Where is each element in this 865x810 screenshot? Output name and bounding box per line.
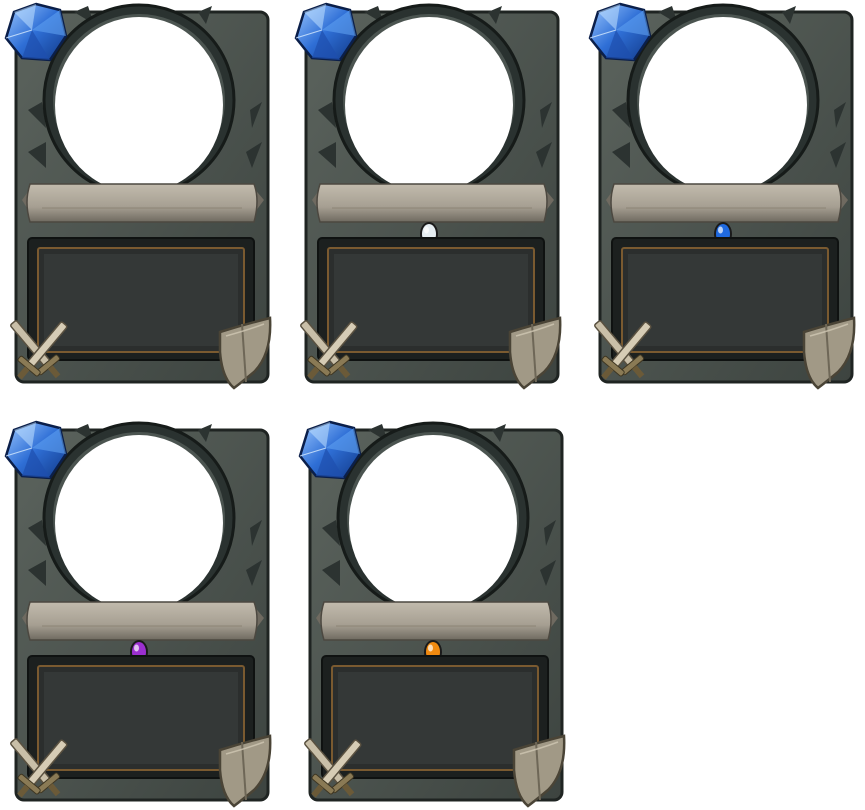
name-banner	[606, 183, 848, 223]
portrait-window	[639, 17, 807, 193]
portrait-window	[349, 435, 517, 611]
card-frame-rare	[586, 2, 856, 392]
card-frame-legendary	[296, 420, 566, 810]
card-frame-free	[2, 2, 272, 392]
name-banner	[22, 183, 264, 223]
card-frame-common	[292, 2, 562, 392]
name-banner	[316, 601, 558, 641]
portrait-window	[55, 17, 223, 193]
portrait-window	[345, 17, 513, 193]
portrait-window	[55, 435, 223, 611]
name-banner	[312, 183, 554, 223]
card-frame-epic	[2, 420, 272, 810]
name-banner	[22, 601, 264, 641]
